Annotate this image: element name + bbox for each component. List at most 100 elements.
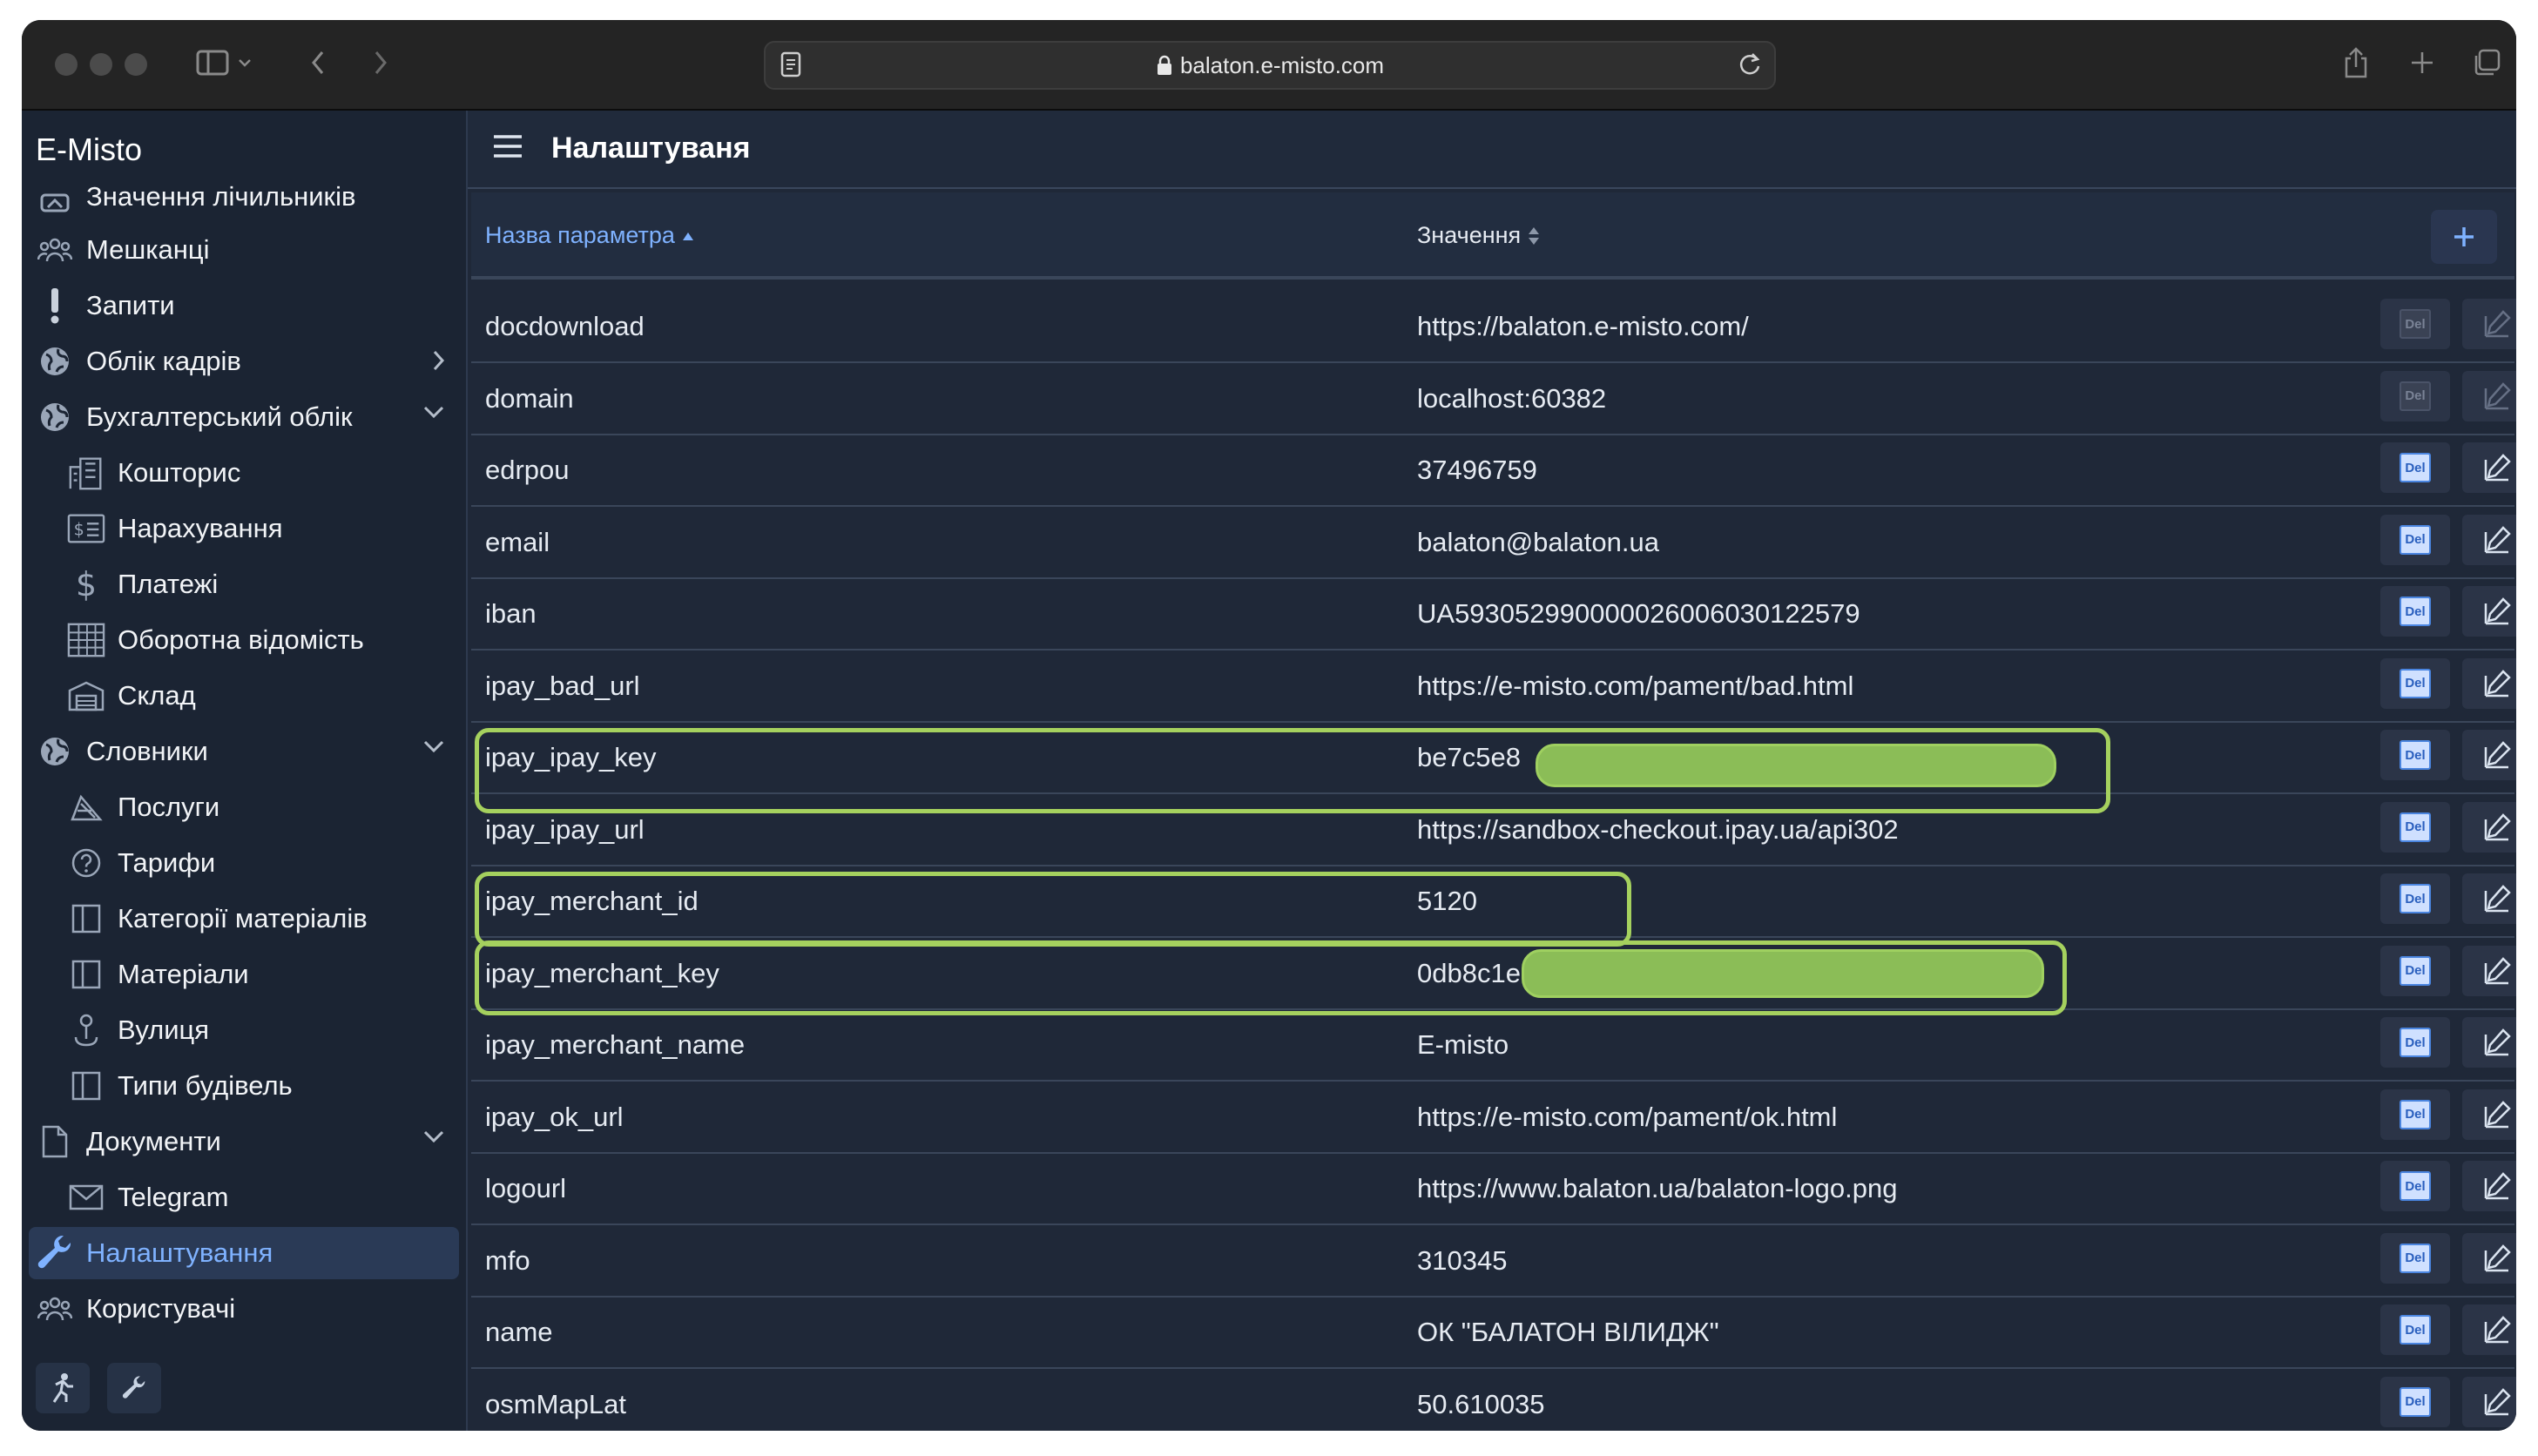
parameter-name: docdownload — [485, 311, 645, 341]
parameter-name: mfo — [485, 1244, 530, 1276]
delete-button[interactable]: Del — [2380, 299, 2450, 349]
sidebar-item-label: Оборотна відомість — [118, 624, 364, 655]
delete-icon: Del — [2400, 812, 2431, 842]
delete-button[interactable]: Del — [2380, 1161, 2450, 1211]
edit-icon — [2484, 454, 2511, 482]
delete-button[interactable]: Del — [2380, 370, 2450, 421]
sidebar-toggle-button[interactable] — [189, 41, 259, 84]
edit-button[interactable] — [2462, 514, 2516, 565]
url-text: balaton.e-misto.com — [1179, 51, 1385, 78]
column-header-name[interactable]: Назва параметра — [485, 222, 694, 249]
edit-button[interactable] — [2462, 1089, 2516, 1140]
delete-button[interactable]: Del — [2380, 801, 2450, 853]
sidebar-item-charges[interactable]: $ Нарахування — [29, 502, 459, 555]
edit-button[interactable] — [2462, 1161, 2516, 1211]
tools-button[interactable] — [107, 1363, 161, 1413]
sidebar-item-label: Матеріали — [118, 959, 249, 989]
parameter-name: domain — [485, 382, 574, 414]
people-icon — [36, 1290, 74, 1328]
edit-button[interactable] — [2462, 1304, 2516, 1355]
sidebar-item-users[interactable]: Користувачі — [29, 1283, 459, 1335]
delete-button[interactable]: Del — [2380, 1017, 2450, 1068]
add-parameter-button[interactable] — [2431, 210, 2497, 264]
sidebar-item-material-categories[interactable]: Категорії матеріалів — [29, 893, 459, 945]
sidebar-item-label: Налаштування — [86, 1237, 273, 1268]
sidebar-item-documents[interactable]: Документи — [29, 1116, 459, 1168]
main-content: Налаштуваня Назва параметра Значення doc… — [468, 111, 2516, 1431]
brand-title: E-Misto — [36, 131, 143, 167]
edit-button[interactable] — [2462, 1376, 2516, 1427]
edit-button[interactable] — [2462, 945, 2516, 996]
edit-button[interactable] — [2462, 1232, 2516, 1284]
reader-icon[interactable] — [780, 51, 802, 84]
back-button[interactable] — [300, 41, 335, 84]
sidebar-item-label: Нарахування — [118, 513, 283, 543]
edit-icon — [2484, 669, 2511, 697]
delete-button[interactable]: Del — [2380, 442, 2450, 493]
delete-icon: Del — [2400, 1243, 2431, 1273]
sidebar-item-warehouse[interactable]: Склад — [29, 670, 459, 722]
sidebar-icon — [196, 50, 229, 76]
edit-button[interactable] — [2462, 730, 2516, 780]
wrench-icon — [36, 1234, 74, 1272]
sidebar-item-building-types[interactable]: Типи будівель — [29, 1060, 459, 1112]
logout-button[interactable] — [36, 1363, 90, 1413]
edit-button[interactable] — [2462, 657, 2516, 709]
share-button[interactable] — [2339, 41, 2373, 84]
delete-button[interactable]: Del — [2380, 945, 2450, 996]
delete-button[interactable]: Del — [2380, 514, 2450, 565]
edit-button[interactable] — [2462, 299, 2516, 349]
sidebar-item-label: Запити — [86, 290, 175, 320]
delete-button[interactable]: Del — [2380, 586, 2450, 637]
table-row: iban UA593052990000026006030122579 Del — [471, 577, 2516, 650]
delete-button[interactable]: Del — [2380, 873, 2450, 924]
sidebar-item-payments[interactable]: $ Платежі — [29, 558, 459, 610]
edit-button[interactable] — [2462, 370, 2516, 421]
sidebar-item-requests[interactable]: Запити — [29, 280, 459, 332]
menu-toggle-button[interactable] — [492, 131, 523, 165]
delete-button[interactable]: Del — [2380, 730, 2450, 780]
forward-button[interactable] — [363, 41, 398, 84]
delete-icon: Del — [2400, 1315, 2431, 1345]
delete-button[interactable]: Del — [2380, 657, 2450, 709]
tab-overview-button[interactable] — [2469, 41, 2504, 84]
sidebar-item-tariffs[interactable]: Тарифи — [29, 837, 459, 889]
close-window-button[interactable] — [55, 53, 78, 76]
sidebar-item-meter-values[interactable]: Значення лічильників — [29, 185, 459, 220]
edit-icon — [2484, 1100, 2511, 1128]
sidebar-item-turnover[interactable]: Оборотна відомість — [29, 614, 459, 666]
delete-button[interactable]: Del — [2380, 1304, 2450, 1355]
minimize-window-button[interactable] — [90, 53, 112, 76]
sidebar-item-residents[interactable]: Мешканці — [29, 224, 459, 276]
edit-icon — [2484, 381, 2511, 409]
redacted-ipay-key — [1536, 744, 2056, 787]
edit-icon — [2484, 812, 2511, 840]
page-header: Налаштуваня — [468, 111, 2516, 189]
sidebar-item-hr[interactable]: Облік кадрів — [29, 335, 459, 388]
delete-button[interactable]: Del — [2380, 1232, 2450, 1284]
delete-icon: Del — [2400, 1099, 2431, 1129]
plus-icon — [2454, 227, 2474, 246]
delete-button[interactable]: Del — [2380, 1376, 2450, 1427]
edit-button[interactable] — [2462, 442, 2516, 493]
sidebar-item-dictionaries[interactable]: Словники — [29, 725, 459, 778]
zoom-window-button[interactable] — [125, 53, 147, 76]
sidebar-item-accounting[interactable]: Бухгалтерський облік — [29, 391, 459, 443]
sidebar-item-services[interactable]: Послуги — [29, 781, 459, 833]
edit-button[interactable] — [2462, 1017, 2516, 1068]
reload-icon[interactable] — [1738, 51, 1762, 84]
sidebar-item-settings[interactable]: Налаштування — [29, 1227, 459, 1279]
delete-button[interactable]: Del — [2380, 1089, 2450, 1140]
edit-button[interactable] — [2462, 586, 2516, 637]
edit-button[interactable] — [2462, 801, 2516, 853]
sidebar-item-streets[interactable]: Вулиця — [29, 1004, 459, 1056]
sidebar-item-materials[interactable]: Матеріали — [29, 948, 459, 1001]
address-bar[interactable]: balaton.e-misto.com — [764, 41, 1776, 90]
sidebar-item-telegram[interactable]: Telegram — [29, 1171, 459, 1223]
sidebar-item-budget[interactable]: Кошторис — [29, 447, 459, 499]
edit-button[interactable] — [2462, 873, 2516, 924]
column-header-value[interactable]: Значення — [1417, 222, 1540, 249]
chevron-down-icon — [423, 740, 444, 753]
services-icon — [67, 788, 105, 826]
new-tab-button[interactable] — [2405, 41, 2440, 84]
